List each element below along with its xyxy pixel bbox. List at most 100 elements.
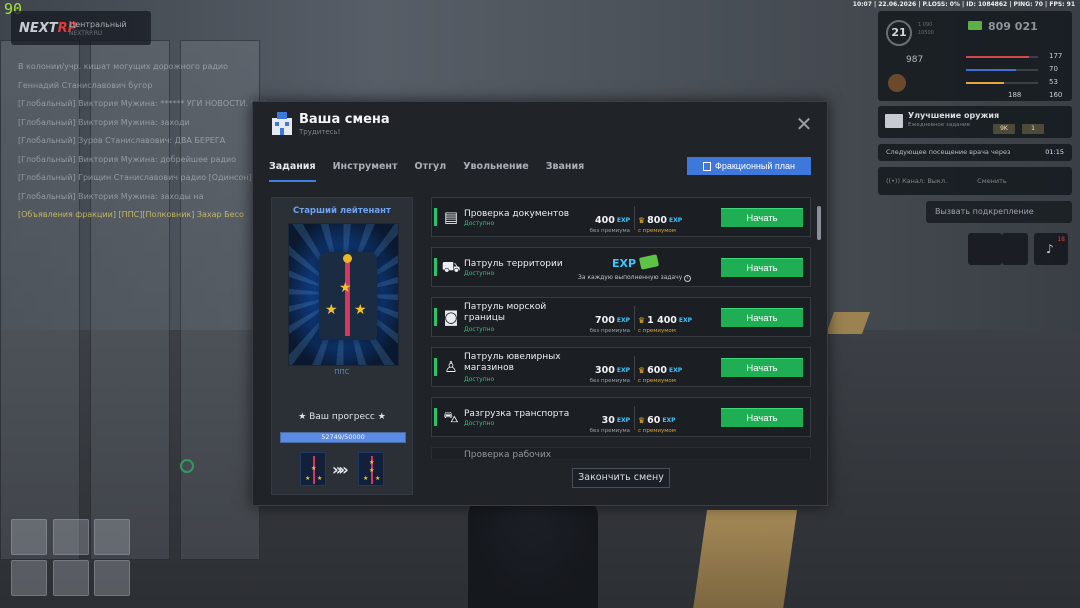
inventory-slot[interactable] — [11, 560, 47, 596]
level-ring: 21 — [886, 20, 912, 46]
task-status: Доступно — [464, 376, 495, 383]
star-icon: ★ — [339, 280, 352, 296]
premium-reward: ♛ 1 400 EXP с премиумом — [638, 315, 693, 334]
inventory-slot[interactable] — [53, 519, 89, 555]
menu-button[interactable] — [1002, 233, 1028, 265]
inventory-slot[interactable] — [94, 519, 130, 555]
task-name: Патруль ювелирных магазинов — [464, 352, 561, 373]
chat-line: [Глобальный] Грищин Станиславович радио … — [18, 173, 252, 182]
rank-card: Старший лейтенант ★ ★ ★ ППС ★ Ваш прогре… — [271, 197, 413, 495]
faction-plan-button[interactable]: Фракционный план — [687, 157, 811, 175]
task-row: ▤ Проверка документов Доступно 400 EXP бе… — [431, 197, 811, 237]
radio-icon: ((•)) — [886, 177, 900, 185]
current-rank-icon: ★ ★ ★ — [300, 452, 326, 486]
weapon-upgrade-task[interactable]: Улучшение оружия Ежедневное задание 9K 1 — [878, 106, 1072, 138]
tab-dismissal[interactable]: Увольнение — [463, 156, 529, 182]
premium-reward: ♛ 800 EXP с премиумом — [638, 215, 683, 234]
progress-title: ★ Ваш прогресс ★ — [298, 412, 386, 422]
start-button[interactable]: Начать — [721, 408, 803, 427]
tab-tasks[interactable]: Задания — [269, 156, 316, 182]
documents-icon: ▤ — [443, 208, 459, 226]
money-icon — [968, 21, 982, 30]
task-name: Разгрузка транспорта — [464, 409, 570, 419]
chat-line: [Объявления фракции] [ППС][Полковник] За… — [18, 210, 244, 219]
task-status: Доступно — [464, 326, 495, 333]
notification-count: 18 — [1057, 236, 1065, 243]
inventory-slot[interactable] — [94, 560, 130, 596]
status-line: 10:07 | 22.06.2026 | P.LOSS: 0% | ID: 10… — [852, 1, 1075, 8]
tab-tools[interactable]: Инструмент — [333, 156, 398, 182]
tab-ranks[interactable]: Звания — [546, 156, 585, 182]
task-name: Проверка рабочих — [464, 450, 552, 459]
panel-tabs: Задания Инструмент Отгул Увольнение Зван… — [269, 156, 601, 182]
map-marker-icon — [180, 459, 194, 473]
reward-note: За каждую выполненную задачу i — [578, 274, 692, 282]
calendar-button[interactable] — [968, 233, 1002, 265]
inventory-slot[interactable] — [53, 560, 89, 596]
weapon-upgrade-title: Улучшение оружия — [908, 111, 1000, 120]
weight-value: 160 — [1049, 91, 1063, 99]
task-list-scrollbar[interactable] — [817, 206, 821, 240]
police-car-icon: ⛟ — [441, 258, 461, 276]
radio-label: Канал: — [902, 177, 926, 185]
inventory-slot[interactable] — [11, 519, 47, 555]
base-reward: 30 EXP без премиума — [589, 415, 630, 434]
radio-switch: Сменить — [977, 177, 1007, 185]
weapon-upgrade-subtitle: Ежедневное задание — [908, 122, 970, 128]
info-icon: i — [684, 275, 692, 282]
start-button[interactable]: Начать — [721, 308, 803, 327]
worker-icon: ☺ — [441, 457, 461, 459]
forklift-icon: ⛍ — [443, 408, 459, 426]
radio-value: Выкл. — [927, 177, 948, 185]
task-name: Проверка документов — [464, 209, 570, 219]
finish-shift-button[interactable]: Закончить смену — [572, 468, 670, 488]
chat-line: [Глобальный] Виктория Мужина: заходы на — [18, 191, 204, 201]
fatigue-value: 188 — [1008, 91, 1022, 99]
chat-line: В колонии/учр. кишат могущих дорожного р… — [18, 62, 229, 71]
epaulette-icon: ★ ★ ★ — [319, 252, 377, 340]
chat-line: [Глобальный] Зуров Станиславович: ДВА БЕ… — [18, 136, 226, 145]
doctor-timer: Следующее посещение врача через 01:15 — [878, 144, 1072, 161]
exp-icon: EXP — [612, 257, 637, 270]
task-status: Доступно — [464, 270, 495, 277]
exp-now: 1 090 — [918, 22, 933, 28]
chat-line: Геннадий Станиславович бугор — [18, 80, 153, 90]
list-icon — [702, 161, 711, 171]
task-name: Патруль морской границы — [464, 302, 547, 323]
crown-icon: ♛ — [638, 366, 646, 375]
background-bench — [692, 510, 798, 608]
start-button[interactable]: Начать — [721, 258, 803, 277]
task-row: ☺ Проверка рабочих — [431, 447, 811, 459]
server-name: Центральный — [69, 20, 127, 29]
task-name: Патруль территории — [464, 259, 563, 269]
hunger-value: 70 — [1049, 65, 1058, 73]
premium-reward: ♛ 60 EXP с премиумом — [638, 415, 676, 434]
call-backup-button[interactable]: Вызвать подкрепление — [926, 201, 1072, 223]
tab-day-off[interactable]: Отгул — [415, 156, 447, 182]
task-status: Доступно — [464, 220, 495, 227]
jewel-icon: ♙ — [444, 358, 458, 376]
exp-total: 10500 — [918, 30, 934, 36]
start-button[interactable]: Начать — [721, 358, 803, 377]
server-sub: NEXTRP.RU — [69, 30, 103, 37]
doctor-label: Следующее посещение врача через — [886, 148, 1011, 156]
hunger-bar — [966, 69, 1038, 71]
notifications-button[interactable]: ♪ 18 — [1034, 233, 1068, 265]
shift-panel: Ваша смена Трудитесь! ✕ Задания Инструме… — [252, 101, 828, 506]
health-value: 177 — [1049, 52, 1063, 60]
money-value: 809 021 — [988, 20, 1038, 33]
bell-icon: ♪ — [1046, 242, 1054, 256]
radio-channel[interactable]: ((•)) Канал: Выкл. Сменить — [878, 167, 1072, 195]
task-row: ⛟ Патруль территории Доступно EXP За каж… — [431, 247, 811, 287]
water-icon: ◙ — [443, 308, 459, 326]
premium-reward: ♛ 600 EXP с премиумом — [638, 365, 683, 384]
start-button[interactable]: Начать — [721, 208, 803, 227]
server-badge: NEXTRP Центральный NEXTRP.RU — [11, 11, 151, 45]
panel-subtitle: Трудитесь! — [299, 128, 341, 136]
rank-department: ППС — [334, 368, 350, 376]
rank-name: Старший лейтенант — [293, 206, 391, 216]
rank-image: ★ ★ ★ — [288, 223, 399, 366]
thirst-value: 53 — [1049, 78, 1058, 86]
close-icon[interactable]: ✕ — [795, 114, 813, 134]
crown-icon: ♛ — [638, 316, 646, 325]
